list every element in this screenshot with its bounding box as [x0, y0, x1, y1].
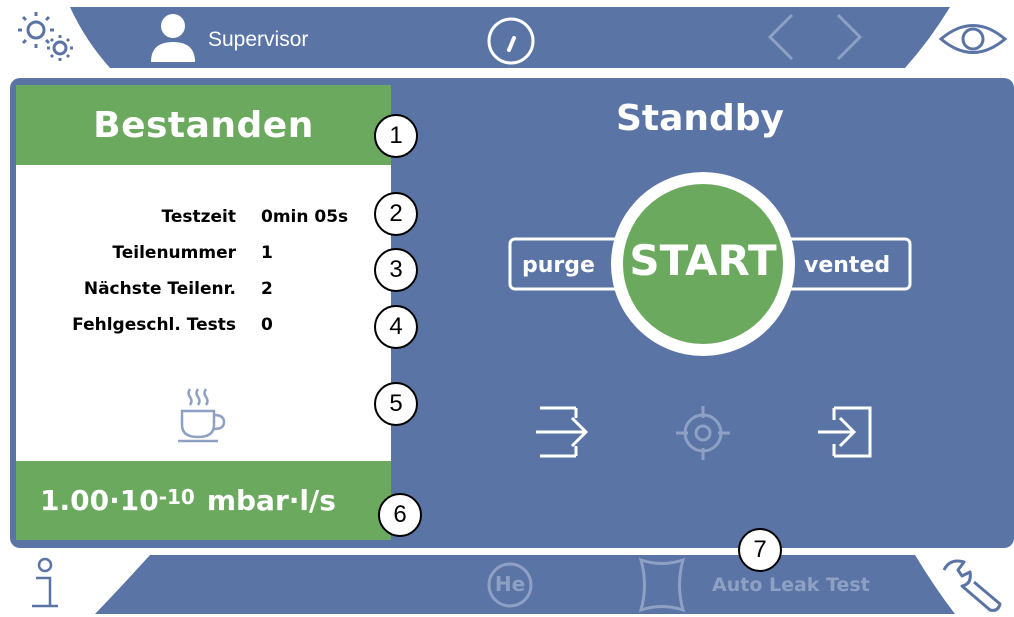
- test-time-value: 0min 05s: [261, 207, 349, 227]
- callout-1: 1: [374, 114, 418, 158]
- leak-rate-exponent: -10: [158, 484, 195, 509]
- callout-2: 2: [374, 192, 418, 236]
- failed-tests-label: Fehlgeschl. Tests: [72, 315, 236, 335]
- next-part-number-label: Nächste Teilenr.: [83, 279, 236, 299]
- failed-tests-value: 0: [261, 315, 273, 335]
- part-number-value: 1: [261, 243, 273, 263]
- user-icon[interactable]: [148, 12, 198, 64]
- part-number-label: Teilenummer: [112, 243, 236, 263]
- exit-arrow-icon[interactable]: [532, 404, 594, 460]
- callout-4: 4: [374, 305, 418, 349]
- purge-button[interactable]: purge: [522, 253, 595, 278]
- result-status-header: Bestanden: [16, 85, 391, 165]
- gauge-icon[interactable]: [485, 16, 537, 66]
- eye-icon[interactable]: [938, 18, 1008, 60]
- enter-arrow-icon[interactable]: [814, 404, 874, 460]
- leak-rate-unit: mbar·l/s: [206, 484, 336, 517]
- coffee-cup-icon: [176, 385, 230, 445]
- callout-5: 5: [374, 382, 418, 426]
- wrench-icon[interactable]: [940, 556, 1006, 612]
- leak-rate-mantissa: 1.00·10: [40, 484, 159, 517]
- leak-rate-display: 1.00·10 -10 mbar·l/s: [16, 461, 391, 540]
- user-name-label[interactable]: Supervisor: [208, 28, 308, 52]
- callout-3: 3: [374, 248, 418, 292]
- machine-state-title: Standby: [615, 98, 785, 139]
- gears-icon[interactable]: [14, 8, 78, 66]
- callout-6: 6: [378, 493, 422, 537]
- gas-label: He: [494, 572, 526, 596]
- test-time-label: Testzeit: [161, 207, 237, 227]
- vented-button[interactable]: vented: [804, 253, 890, 278]
- result-panel: Bestanden Testzeit 0min 05s Teilenummer …: [16, 85, 391, 540]
- next-part-number-value: 2: [261, 279, 273, 299]
- chevron-right-icon[interactable]: [828, 12, 868, 62]
- test-chamber-icon[interactable]: [636, 557, 688, 613]
- chevron-left-icon[interactable]: [762, 12, 802, 62]
- mode-label[interactable]: Auto Leak Test: [712, 574, 870, 596]
- info-icon[interactable]: [22, 556, 68, 612]
- top-bar: Supervisor: [0, 0, 1014, 72]
- crosshair-icon[interactable]: [674, 404, 732, 462]
- callout-7: 7: [738, 528, 782, 572]
- helium-gas-badge[interactable]: He: [486, 561, 534, 609]
- start-button[interactable]: START: [628, 236, 778, 285]
